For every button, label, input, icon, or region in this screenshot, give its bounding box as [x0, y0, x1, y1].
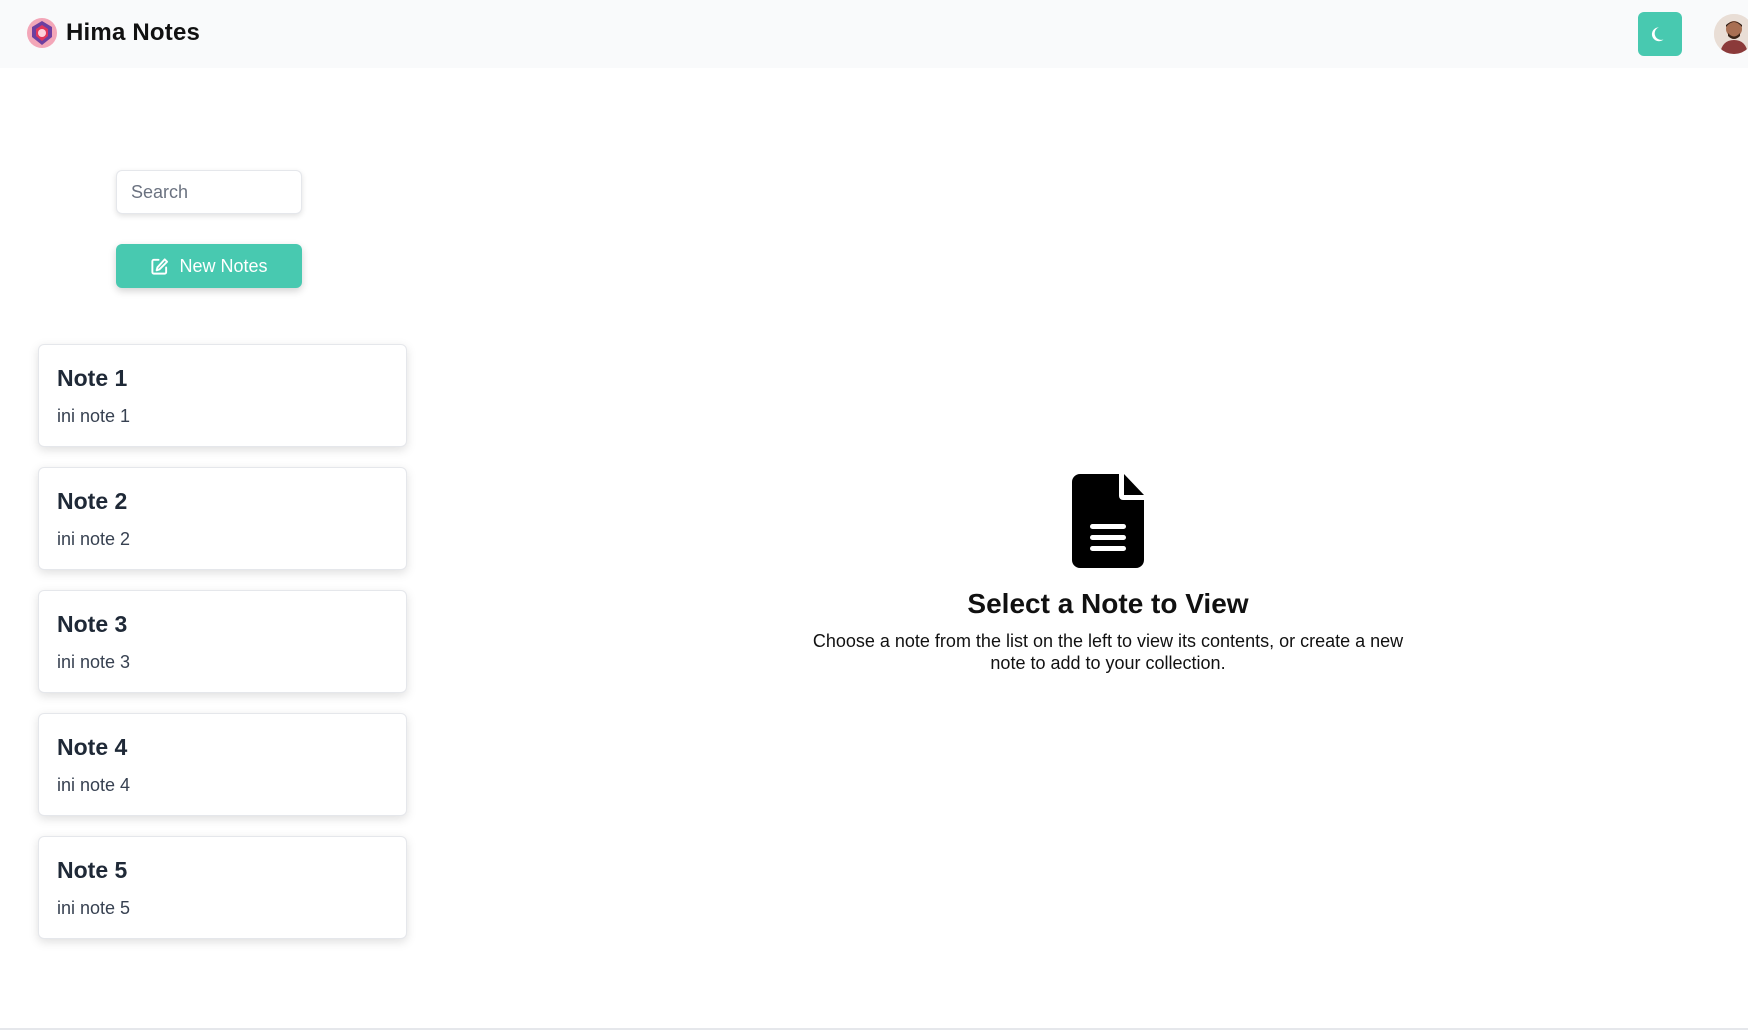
document-icon [1072, 474, 1144, 568]
empty-state-title: Select a Note to View [967, 588, 1249, 619]
brand[interactable]: Hima Notes [26, 16, 200, 50]
empty-state: Select a Note to View Choose a note from… [808, 474, 1408, 674]
note-card[interactable]: Note 3 ini note 3 [38, 590, 407, 693]
note-preview: ini note 1 [57, 406, 131, 426]
user-avatar[interactable] [1714, 14, 1748, 54]
note-card[interactable]: Note 5 ini note 5 [38, 836, 407, 939]
top-bar: Hima Notes [0, 0, 1748, 68]
note-title: Note 1 [57, 365, 128, 391]
app-title: Hima Notes [66, 19, 201, 46]
note-preview: ini note 5 [57, 898, 131, 918]
new-notes-label: New Notes [179, 255, 268, 276]
hima-logo-icon [27, 18, 57, 48]
empty-state-description: Choose a note from the list on the left … [812, 631, 1404, 673]
note-title: Note 2 [57, 488, 128, 514]
note-preview: ini note 4 [57, 775, 131, 795]
avatar-image [1714, 14, 1748, 54]
theme-toggle-button[interactable] [1638, 12, 1682, 56]
note-card[interactable]: Note 1 ini note 1 [38, 344, 407, 447]
note-title: Note 4 [57, 734, 128, 760]
note-title: Note 3 [57, 611, 128, 637]
note-card[interactable]: Note 2 ini note 2 [38, 467, 407, 570]
note-preview: ini note 2 [57, 529, 131, 549]
note-title: Note 5 [57, 857, 128, 883]
edit-icon [151, 257, 169, 275]
note-list: Note 1 ini note 1 Note 2 ini note 2 Note… [38, 344, 407, 959]
note-preview: ini note 3 [57, 652, 131, 672]
note-card[interactable]: Note 4 ini note 4 [38, 713, 407, 816]
moon-icon [1651, 27, 1664, 42]
search-input[interactable] [116, 170, 302, 214]
new-notes-button[interactable]: New Notes [116, 244, 302, 288]
